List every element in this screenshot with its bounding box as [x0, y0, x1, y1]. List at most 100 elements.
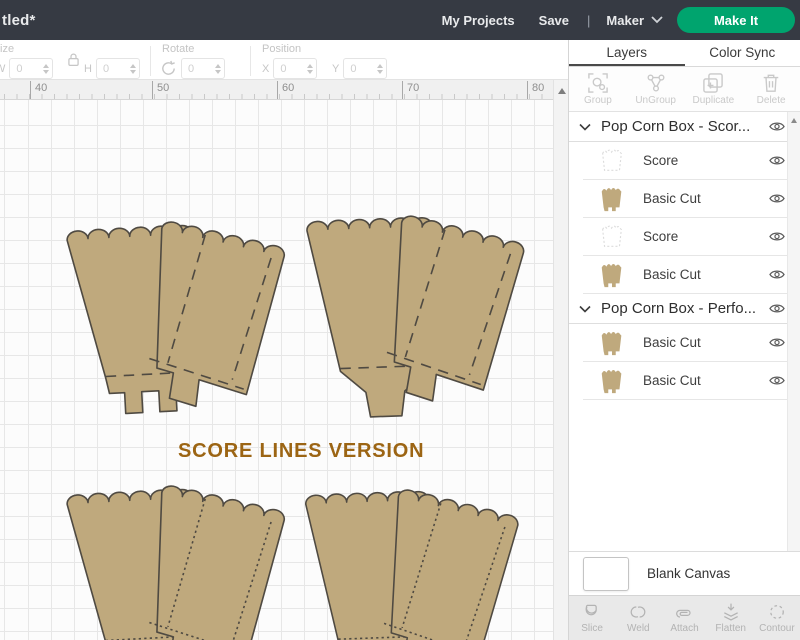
group-button[interactable]: Group	[569, 67, 627, 111]
width-value: 0	[16, 63, 22, 75]
rotate-label: Rotate	[162, 43, 194, 55]
position-label: Position	[262, 43, 301, 55]
layers-panel: Layers Color Sync Group UnGroup	[568, 40, 800, 640]
duplicate-button[interactable]: Duplicate	[685, 67, 743, 111]
cut-layer-thumbnail	[595, 329, 629, 357]
top-bar-actions: My Projects Save | Maker Make It	[430, 7, 800, 33]
rotate-value: 0	[188, 63, 194, 75]
visibility-eye-icon[interactable]	[768, 267, 786, 282]
duplicate-icon	[703, 73, 723, 93]
cut-layer-thumbnail	[595, 367, 629, 395]
cut-layer-thumbnail	[595, 185, 629, 213]
weld-button[interactable]: Weld	[615, 596, 661, 640]
contour-button[interactable]: Contour	[754, 596, 800, 640]
flatten-icon	[720, 602, 742, 622]
height-stepper[interactable]: H 0	[84, 58, 140, 79]
popcorn-box-perforations-left[interactable]	[67, 484, 286, 640]
edit-toolbar: ize W 0 H 0 Rotate 0 Position	[0, 40, 568, 80]
layer-group-score[interactable]: Pop Corn Box - Scor...	[569, 112, 800, 142]
topbar-divider: |	[581, 13, 596, 28]
my-projects-link[interactable]: My Projects	[430, 13, 527, 28]
visibility-eye-icon[interactable]	[768, 119, 786, 134]
layer-group-perforations[interactable]: Pop Corn Box - Perfo...	[569, 294, 800, 324]
layer-name: Score	[643, 153, 768, 168]
group-name: Pop Corn Box - Scor...	[601, 118, 768, 135]
layer-row-score[interactable]: Score	[583, 218, 800, 256]
group-icon	[588, 73, 608, 93]
tab-layers[interactable]: Layers	[569, 40, 685, 66]
width-stepper[interactable]: W 0	[0, 58, 53, 79]
tab-color-sync[interactable]: Color Sync	[685, 40, 800, 66]
layer-name: Basic Cut	[643, 373, 768, 388]
paperclip-icon	[674, 602, 696, 622]
x-spin-buttons[interactable]	[307, 64, 313, 74]
popcorn-box-templates[interactable]	[0, 100, 553, 640]
visibility-eye-icon[interactable]	[768, 153, 786, 168]
popcorn-box-score-left[interactable]	[67, 220, 286, 419]
popcorn-box-score-right[interactable]	[307, 214, 526, 419]
canvas-scrollbar[interactable]	[553, 80, 568, 640]
height-label: H	[84, 63, 92, 75]
horizontal-ruler: 40 50 60 70 80	[0, 80, 553, 100]
layer-name: Basic Cut	[643, 191, 768, 206]
chevron-down-icon	[651, 16, 663, 24]
layer-row-score[interactable]: Score	[583, 142, 800, 180]
scroll-up-arrow-icon[interactable]	[791, 118, 797, 123]
scroll-up-arrow-icon[interactable]	[558, 88, 566, 94]
y-value: 0	[350, 63, 356, 75]
design-canvas[interactable]: SCORE LINES VERSION PERFORATIONS VERSION	[0, 100, 553, 640]
height-value: 0	[103, 63, 109, 75]
visibility-eye-icon[interactable]	[768, 335, 786, 350]
make-it-button[interactable]: Make It	[677, 7, 795, 33]
canvas-color-swatch[interactable]	[583, 557, 629, 591]
slice-icon	[581, 602, 603, 622]
y-spin-buttons[interactable]	[377, 64, 383, 74]
width-label: W	[0, 63, 5, 75]
panel-tabs: Layers Color Sync	[569, 40, 800, 67]
visibility-eye-icon[interactable]	[768, 301, 786, 316]
size-label: ize	[0, 43, 14, 55]
layer-row-basic-cut[interactable]: Basic Cut	[583, 180, 800, 218]
layer-name: Basic Cut	[643, 335, 768, 350]
weld-icon	[627, 602, 649, 622]
chevron-down-icon[interactable]	[579, 305, 591, 313]
layer-row-basic-cut[interactable]: Basic Cut	[583, 324, 800, 362]
layers-scrollbar[interactable]	[787, 112, 800, 551]
position-x-stepper[interactable]: X 0	[262, 58, 317, 79]
ruler-tick-label: 50	[152, 81, 169, 99]
layer-row-basic-cut[interactable]: Basic Cut	[583, 362, 800, 400]
layer-actions: Group UnGroup Duplicate	[569, 67, 800, 112]
document-title: tled*	[2, 12, 36, 29]
position-y-stepper[interactable]: Y 0	[332, 58, 387, 79]
score-layer-thumbnail	[595, 147, 629, 175]
layer-list: Pop Corn Box - Scor... Score Basic Cut	[569, 112, 800, 551]
chevron-down-icon[interactable]	[579, 123, 591, 131]
save-link[interactable]: Save	[527, 13, 581, 28]
rotate-spin-buttons[interactable]	[215, 64, 221, 74]
layer-tools-bar: Slice Weld Attach Flatten	[569, 595, 800, 640]
top-bar: tled* My Projects Save | Maker Make It	[0, 0, 800, 40]
cricut-design-space-window: tled* My Projects Save | Maker Make It i…	[0, 0, 800, 640]
group-name: Pop Corn Box - Perfo...	[601, 300, 768, 317]
layer-name: Basic Cut	[643, 267, 768, 282]
slice-button[interactable]: Slice	[569, 596, 615, 640]
visibility-eye-icon[interactable]	[768, 373, 786, 388]
popcorn-box-perforations-right[interactable]	[305, 488, 519, 640]
width-spin-buttons[interactable]	[43, 64, 49, 74]
delete-button[interactable]: Delete	[742, 67, 800, 111]
flatten-button[interactable]: Flatten	[708, 596, 754, 640]
y-label: Y	[332, 63, 339, 75]
lock-icon[interactable]	[66, 52, 81, 67]
height-spin-buttons[interactable]	[130, 64, 136, 74]
attach-button[interactable]: Attach	[661, 596, 707, 640]
blank-canvas-label: Blank Canvas	[647, 566, 730, 581]
machine-selector[interactable]: Maker	[596, 13, 677, 28]
contour-icon	[766, 602, 788, 622]
layer-row-basic-cut[interactable]: Basic Cut	[583, 256, 800, 294]
visibility-eye-icon[interactable]	[768, 229, 786, 244]
rotate-icon[interactable]	[160, 60, 177, 77]
cut-layer-thumbnail	[595, 261, 629, 289]
rotate-control[interactable]: 0	[160, 58, 225, 79]
visibility-eye-icon[interactable]	[768, 191, 786, 206]
ungroup-button[interactable]: UnGroup	[627, 67, 685, 111]
